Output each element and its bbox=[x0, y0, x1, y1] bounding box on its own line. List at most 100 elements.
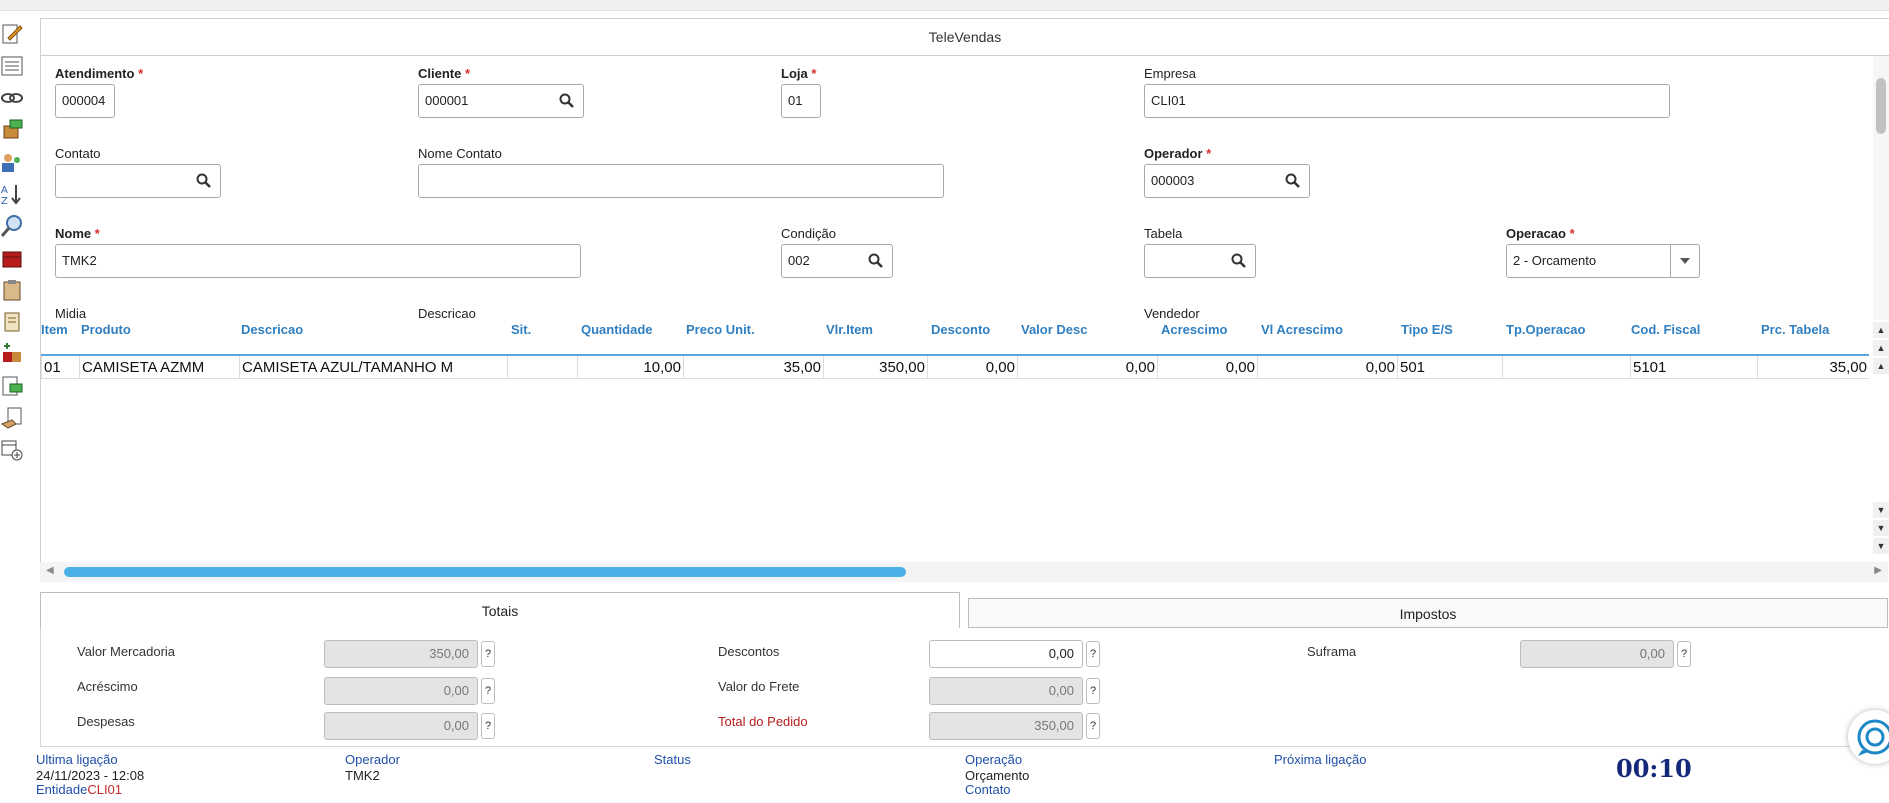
loja-label: Loja * bbox=[781, 66, 817, 81]
cell-prc-tabela[interactable]: 35,00 bbox=[1757, 356, 1869, 378]
boxes-add-icon[interactable] bbox=[0, 342, 24, 366]
search-icon[interactable] bbox=[868, 253, 884, 269]
cell-sit[interactable] bbox=[507, 356, 577, 378]
search-icon[interactable] bbox=[196, 173, 212, 189]
operacao-select[interactable]: 2 - Orcamento bbox=[1506, 244, 1700, 278]
page-up-icon[interactable]: ▲ bbox=[1873, 340, 1889, 356]
help-button[interactable]: ? bbox=[481, 678, 495, 704]
cell-cod-fiscal[interactable]: 5101 bbox=[1630, 356, 1757, 378]
cell-quantidade[interactable]: 10,00 bbox=[577, 356, 683, 378]
atendimento-label: Atendimento * bbox=[55, 66, 144, 81]
chevron-down-icon[interactable] bbox=[1670, 245, 1699, 277]
col-desconto[interactable]: Desconto bbox=[931, 322, 990, 337]
col-acrescimo[interactable]: Acrescimo bbox=[1161, 322, 1227, 337]
col-descricao[interactable]: Descricao bbox=[241, 322, 303, 337]
tab-totais[interactable]: Totais bbox=[40, 592, 960, 628]
link-icon[interactable] bbox=[0, 86, 24, 110]
nome-field[interactable]: TMK2 bbox=[55, 244, 581, 278]
scroll-icon[interactable] bbox=[0, 310, 24, 334]
clipboard-icon[interactable] bbox=[0, 278, 24, 302]
form-scrollbar[interactable] bbox=[1873, 56, 1889, 320]
search-icon[interactable] bbox=[559, 93, 575, 109]
descontos-field[interactable]: 0,00 bbox=[929, 640, 1083, 668]
condicao-field[interactable]: 002 bbox=[781, 244, 893, 278]
help-button[interactable]: ? bbox=[481, 641, 495, 667]
cell-tp-operacao[interactable] bbox=[1502, 356, 1630, 378]
loja-field[interactable]: 01 bbox=[781, 84, 821, 118]
status-label: Status bbox=[654, 752, 691, 767]
col-vl-acrescimo[interactable]: Vl Acrescimo bbox=[1261, 322, 1343, 337]
cell-desconto[interactable]: 0,00 bbox=[927, 356, 1017, 378]
cell-vlr-item[interactable]: 350,00 bbox=[823, 356, 927, 378]
help-button[interactable]: ? bbox=[1086, 678, 1100, 704]
atendimento-field[interactable]: 000004 bbox=[55, 84, 115, 118]
box-icon[interactable] bbox=[0, 246, 24, 270]
col-prc-tabela[interactable]: Prc. Tabela bbox=[1761, 322, 1829, 337]
scrollbar-thumb[interactable] bbox=[1876, 78, 1886, 134]
col-sit[interactable]: Sit. bbox=[511, 322, 531, 337]
contato-label: Contato bbox=[55, 146, 101, 161]
scroll-top-icon[interactable]: ▲ bbox=[1873, 322, 1889, 338]
help-button[interactable]: ? bbox=[1677, 641, 1691, 667]
hand-doc-icon[interactable] bbox=[0, 406, 24, 430]
cell-vl-acrescimo[interactable]: 0,00 bbox=[1257, 356, 1397, 378]
cell-item[interactable]: 01 bbox=[41, 356, 79, 378]
cell-produto[interactable]: CAMISETA AZMM bbox=[79, 356, 239, 378]
col-preco-unit[interactable]: Preco Unit. bbox=[686, 322, 755, 337]
nome-contato-field[interactable] bbox=[418, 164, 944, 198]
magnifier-icon[interactable] bbox=[0, 214, 24, 238]
col-vlr-item[interactable]: Vlr.Item bbox=[826, 322, 873, 337]
sort-icon[interactable]: AZ bbox=[0, 182, 24, 207]
chevron-left-icon[interactable]: ◀ bbox=[46, 565, 54, 576]
page-down-icon[interactable]: ▼ bbox=[1873, 520, 1889, 536]
list-icon[interactable] bbox=[0, 54, 24, 78]
table-row[interactable]: 01 CAMISETA AZMM CAMISETA AZUL/TAMANHO M… bbox=[41, 356, 1869, 379]
edit-icon[interactable] bbox=[0, 22, 24, 46]
ultima-ligacao-value: 24/11/2023 - 12:08 bbox=[36, 768, 145, 783]
svg-text:A: A bbox=[1, 185, 8, 196]
col-tipo-es[interactable]: Tipo E/S bbox=[1401, 322, 1453, 337]
scrollbar-thumb[interactable] bbox=[64, 567, 906, 577]
nome-contato-label: Nome Contato bbox=[418, 146, 502, 161]
cliente-field[interactable]: 000001 bbox=[418, 84, 584, 118]
proxima-ligacao-label: Próxima ligação bbox=[1274, 752, 1367, 767]
col-item[interactable]: Item bbox=[41, 322, 68, 337]
contato-footer-label: Contato bbox=[965, 782, 1011, 797]
cell-tipo-es[interactable]: 501 bbox=[1397, 356, 1502, 378]
contato-field[interactable] bbox=[55, 164, 221, 198]
items-grid: Item Produto Descricao Sit. Quantidade P… bbox=[40, 318, 1889, 580]
operador-footer-value: TMK2 bbox=[345, 768, 380, 783]
cell-preco-unit[interactable]: 35,00 bbox=[683, 356, 823, 378]
cell-acrescimo[interactable]: 0,00 bbox=[1157, 356, 1257, 378]
scroll-bottom-icon[interactable]: ▼ bbox=[1873, 538, 1889, 554]
col-cod-fiscal[interactable]: Cod. Fiscal bbox=[1631, 322, 1700, 337]
col-valor-desc[interactable]: Valor Desc bbox=[1021, 322, 1088, 337]
tab-impostos[interactable]: Impostos bbox=[968, 598, 1888, 628]
help-button[interactable]: ? bbox=[1086, 713, 1100, 739]
suframa-field: 0,00 bbox=[1520, 640, 1674, 668]
col-tp-operacao[interactable]: Tp.Operacao bbox=[1506, 322, 1585, 337]
chat-icon[interactable] bbox=[1848, 710, 1889, 764]
users-icon[interactable] bbox=[0, 150, 24, 174]
scroll-down-icon[interactable]: ▼ bbox=[1873, 502, 1889, 518]
col-quantidade[interactable]: Quantidade bbox=[581, 322, 653, 337]
chevron-right-icon[interactable]: ▶ bbox=[1874, 565, 1882, 576]
tabela-field[interactable] bbox=[1144, 244, 1256, 278]
cell-valor-desc[interactable]: 0,00 bbox=[1017, 356, 1157, 378]
money-box-icon[interactable] bbox=[0, 118, 24, 142]
search-icon[interactable] bbox=[1231, 253, 1247, 269]
help-button[interactable]: ? bbox=[1086, 641, 1100, 667]
money-doc-icon[interactable] bbox=[0, 374, 24, 398]
cell-descricao[interactable]: CAMISETA AZUL/TAMANHO M bbox=[239, 356, 507, 378]
empresa-field[interactable]: CLI01 bbox=[1144, 84, 1670, 118]
status-footer: Ultima ligação 24/11/2023 - 12:08 Entida… bbox=[36, 748, 1889, 803]
cliente-label: Cliente * bbox=[418, 66, 471, 81]
valor-frete-field: 0,00 bbox=[929, 677, 1083, 705]
calendar-add-icon[interactable] bbox=[0, 438, 24, 462]
grid-horizontal-scrollbar[interactable]: ◀ ▶ bbox=[40, 562, 1888, 582]
col-produto[interactable]: Produto bbox=[81, 322, 131, 337]
scroll-up-icon[interactable]: ▲ bbox=[1873, 358, 1889, 374]
help-button[interactable]: ? bbox=[481, 713, 495, 739]
operador-field[interactable]: 000003 bbox=[1144, 164, 1310, 198]
search-icon[interactable] bbox=[1285, 173, 1301, 189]
